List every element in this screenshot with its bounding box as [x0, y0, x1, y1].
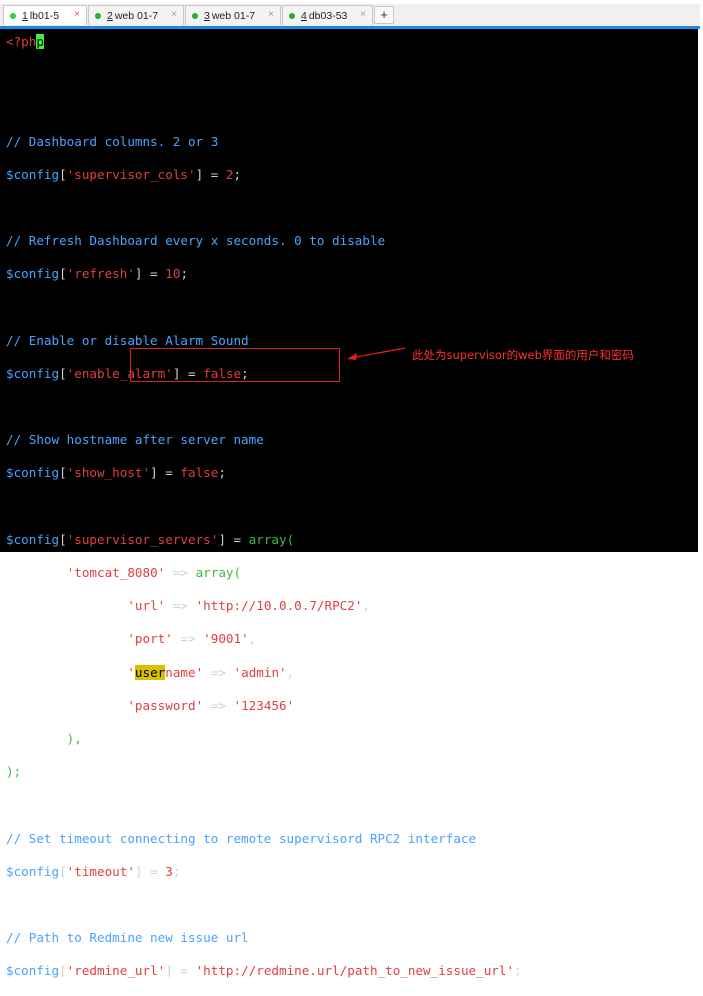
status-dot-icon: [10, 12, 16, 19]
code-line: ),: [66, 730, 82, 746]
annotation-text: 此处为supervisor的web界面的用户和密码: [412, 348, 634, 362]
code-line: // Set timeout connecting to remote supe…: [6, 830, 477, 846]
tab-label: web 01-7: [211, 9, 256, 22]
annotation-box: [130, 348, 340, 382]
code-line: 'port' => '9001',: [127, 631, 257, 647]
tab-close-icon[interactable]: ×: [171, 9, 177, 20]
code-line: $config['refresh'] = 10;: [6, 266, 189, 282]
tab-label: db03-53: [308, 9, 348, 22]
new-tab-button[interactable]: +: [374, 6, 394, 24]
code-line: 'tomcat_8080' => array(: [66, 565, 242, 580]
code-line: $config['supervisor_servers'] = array(: [6, 531, 295, 547]
tab-number: 3: [204, 9, 210, 22]
code-line: );: [6, 764, 22, 780]
tab-bar: 1 lb01-5 × 2 web 01-7 × 3 web 01-7 × 4 d…: [0, 4, 700, 26]
tab-label: lb01-5: [29, 9, 60, 22]
code-view: <?php // Dashboard columns. 2 or 3 $conf…: [6, 34, 522, 996]
code-line: // Path to Redmine new issue url: [6, 930, 249, 946]
code-line: 'username' => 'admin',: [127, 664, 295, 680]
tab-web01-a[interactable]: 2 web 01-7 ×: [88, 5, 184, 25]
terminal-pane[interactable]: <?php // Dashboard columns. 2 or 3 $conf…: [0, 29, 698, 978]
code-line: $config['show_host'] = false;: [6, 465, 226, 481]
tab-label: web 01-7: [114, 9, 159, 22]
tab-web01-b[interactable]: 3 web 01-7 ×: [185, 5, 281, 25]
tab-close-icon[interactable]: ×: [360, 9, 366, 20]
cursor: p: [36, 34, 44, 49]
status-dot-icon: [192, 12, 198, 19]
tab-close-icon[interactable]: ×: [268, 9, 274, 20]
code-line: 'password' => '123456': [127, 697, 295, 713]
tab-db03[interactable]: 4 db03-53 ×: [282, 5, 373, 25]
code-line: $config['timeout'] = 3;: [6, 863, 181, 879]
tab-number: 4: [301, 9, 307, 22]
code-line: $config['redmine_url'] = 'http://redmine…: [6, 963, 522, 979]
status-dot-icon: [289, 12, 295, 19]
tab-lb01[interactable]: 1 lb01-5 ×: [3, 5, 87, 25]
arrow-left-icon: [347, 347, 406, 360]
code-line: // Show hostname after server name: [6, 432, 264, 448]
code-line: 'url' => 'http://10.0.0.7/RPC2',: [127, 598, 370, 614]
tab-number: 2: [107, 9, 113, 22]
tab-number: 1: [22, 9, 28, 22]
code-line: <?php: [6, 34, 44, 49]
code-line: $config['supervisor_cols'] = 2;: [6, 166, 242, 182]
code-line: // Refresh Dashboard every x seconds. 0 …: [6, 233, 386, 249]
tab-close-icon[interactable]: ×: [74, 9, 80, 20]
status-dot-icon: [95, 12, 101, 19]
search-highlight: user: [134, 664, 166, 680]
code-line: // Dashboard columns. 2 or 3: [6, 133, 219, 149]
